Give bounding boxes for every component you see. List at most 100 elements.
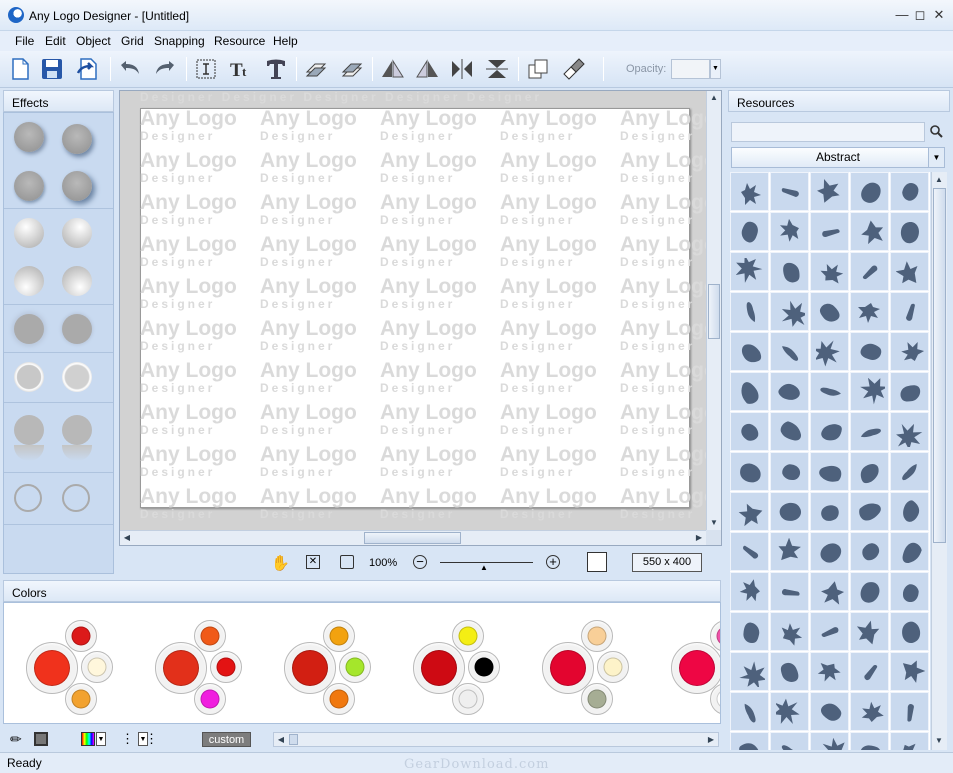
resource-shape-item[interactable] [770, 332, 809, 371]
effect-glow-swatch[interactable] [62, 314, 92, 344]
resource-shape-item[interactable] [850, 452, 889, 491]
resource-search-input[interactable] [731, 122, 925, 142]
save-icon[interactable] [39, 57, 65, 81]
text-warp-icon[interactable] [263, 57, 289, 81]
send-back-icon[interactable] [303, 57, 329, 81]
resource-shape-item[interactable] [770, 732, 809, 750]
resource-shape-item[interactable] [850, 292, 889, 331]
resource-shape-item[interactable] [770, 372, 809, 411]
flip-right-icon[interactable] [414, 57, 440, 81]
resource-shape-item[interactable] [890, 452, 929, 491]
resource-shape-item[interactable] [890, 332, 929, 371]
resource-shape-item[interactable] [730, 692, 769, 731]
background-color-swatch[interactable] [587, 552, 607, 572]
resource-shape-item[interactable] [810, 532, 849, 571]
resource-shape-item[interactable] [770, 412, 809, 451]
canvas-vscroll-thumb[interactable] [708, 284, 720, 339]
paint-brush-icon[interactable] [561, 57, 587, 81]
resource-shape-item[interactable] [730, 212, 769, 251]
resource-shape-item[interactable] [850, 652, 889, 691]
eyedropper-icon[interactable]: ✏ [10, 731, 22, 748]
colors-horizontal-scrollbar[interactable]: ◀ ▶ [273, 732, 719, 747]
resource-shape-item[interactable] [730, 412, 769, 451]
color-swatch-bottom[interactable] [194, 683, 226, 715]
bring-front-icon[interactable] [339, 57, 365, 81]
menu-object[interactable]: Object [76, 34, 111, 48]
effect-shadow-swatch[interactable] [62, 171, 92, 201]
fit-page-icon[interactable]: ✕ [306, 555, 320, 569]
palette-icon[interactable] [81, 732, 95, 746]
resource-shape-item[interactable] [850, 692, 889, 731]
undo-icon[interactable] [117, 57, 143, 81]
effect-bevel-swatch[interactable] [62, 218, 92, 248]
canvas-hscroll-thumb[interactable] [364, 532, 461, 544]
export-icon[interactable] [75, 57, 101, 81]
effect-outline-swatch[interactable] [62, 484, 90, 512]
logo-canvas[interactable] [140, 108, 690, 508]
resource-shape-item[interactable] [810, 492, 849, 531]
close-button[interactable]: ✕ [930, 6, 948, 24]
canvas-size-field[interactable]: 550 x 400 [632, 553, 702, 572]
opacity-dropdown-icon[interactable]: ▼ [710, 59, 721, 79]
effect-outline-swatch[interactable] [14, 484, 42, 512]
resource-shape-item[interactable] [730, 652, 769, 691]
resource-shape-item[interactable] [730, 732, 769, 750]
color-scheme-group[interactable] [282, 603, 382, 723]
resource-shape-item[interactable] [850, 212, 889, 251]
zoom-in-icon[interactable]: + [546, 555, 560, 569]
color-swatch-top[interactable] [194, 620, 226, 652]
resource-shape-item[interactable] [770, 692, 809, 731]
resource-shape-item[interactable] [810, 212, 849, 251]
color-swatch-top[interactable] [452, 620, 484, 652]
color-swatch-bottom[interactable] [581, 683, 613, 715]
color-swatch-right[interactable] [339, 651, 371, 683]
resource-shape-item[interactable] [810, 732, 849, 750]
colors-scroll-thumb[interactable] [289, 734, 298, 745]
color-swatch-right[interactable] [81, 651, 113, 683]
resource-shape-item[interactable] [770, 172, 809, 211]
effect-bevel-swatch[interactable] [62, 266, 92, 296]
minimize-button[interactable]: — [893, 6, 911, 24]
search-icon[interactable] [929, 124, 943, 141]
text-frame-icon[interactable] [193, 57, 219, 81]
resource-shape-item[interactable] [810, 612, 849, 651]
color-swatch-bottom[interactable] [452, 683, 484, 715]
resource-shape-item[interactable] [890, 172, 929, 211]
effect-ring-swatch[interactable] [14, 362, 44, 392]
resource-shape-item[interactable] [890, 212, 929, 251]
resource-shape-item[interactable] [770, 652, 809, 691]
opacity-field[interactable] [671, 59, 710, 79]
resource-shape-item[interactable] [730, 292, 769, 331]
menu-help[interactable]: Help [273, 34, 298, 48]
resource-shape-item[interactable] [890, 612, 929, 651]
resource-shape-item[interactable] [890, 572, 929, 611]
resource-shape-item[interactable] [770, 532, 809, 571]
resource-shape-item[interactable] [850, 532, 889, 571]
resource-shape-item[interactable] [890, 732, 929, 750]
fill-swatch[interactable] [34, 732, 48, 746]
resource-shape-item[interactable] [850, 572, 889, 611]
menu-resource[interactable]: Resource [214, 34, 265, 48]
redo-icon[interactable] [152, 57, 178, 81]
resource-shape-item[interactable] [850, 492, 889, 531]
resources-scroll-thumb[interactable] [933, 188, 946, 543]
resource-shape-item[interactable] [810, 332, 849, 371]
effect-shadow-swatch[interactable] [62, 124, 92, 154]
effect-bevel-swatch[interactable] [14, 266, 44, 296]
scroll-down-icon[interactable]: ▼ [932, 734, 946, 748]
resource-shape-item[interactable] [730, 492, 769, 531]
resource-shape-item[interactable] [730, 332, 769, 371]
scroll-left-icon[interactable]: ◀ [120, 531, 134, 545]
hand-tool-icon[interactable]: ✋ [271, 554, 290, 572]
new-file-icon[interactable] [7, 57, 33, 81]
resource-shape-item[interactable] [810, 292, 849, 331]
menu-snapping[interactable]: Snapping [154, 34, 205, 48]
resource-shape-item[interactable] [810, 692, 849, 731]
resource-shape-item[interactable] [770, 572, 809, 611]
resource-shape-item[interactable] [890, 252, 929, 291]
view-dropdown-icon[interactable]: ▼ [138, 732, 148, 746]
text-tool-icon[interactable]: Tt [228, 57, 254, 81]
resource-shape-item[interactable] [730, 372, 769, 411]
resource-shape-item[interactable] [850, 372, 889, 411]
resource-shape-item[interactable] [770, 452, 809, 491]
